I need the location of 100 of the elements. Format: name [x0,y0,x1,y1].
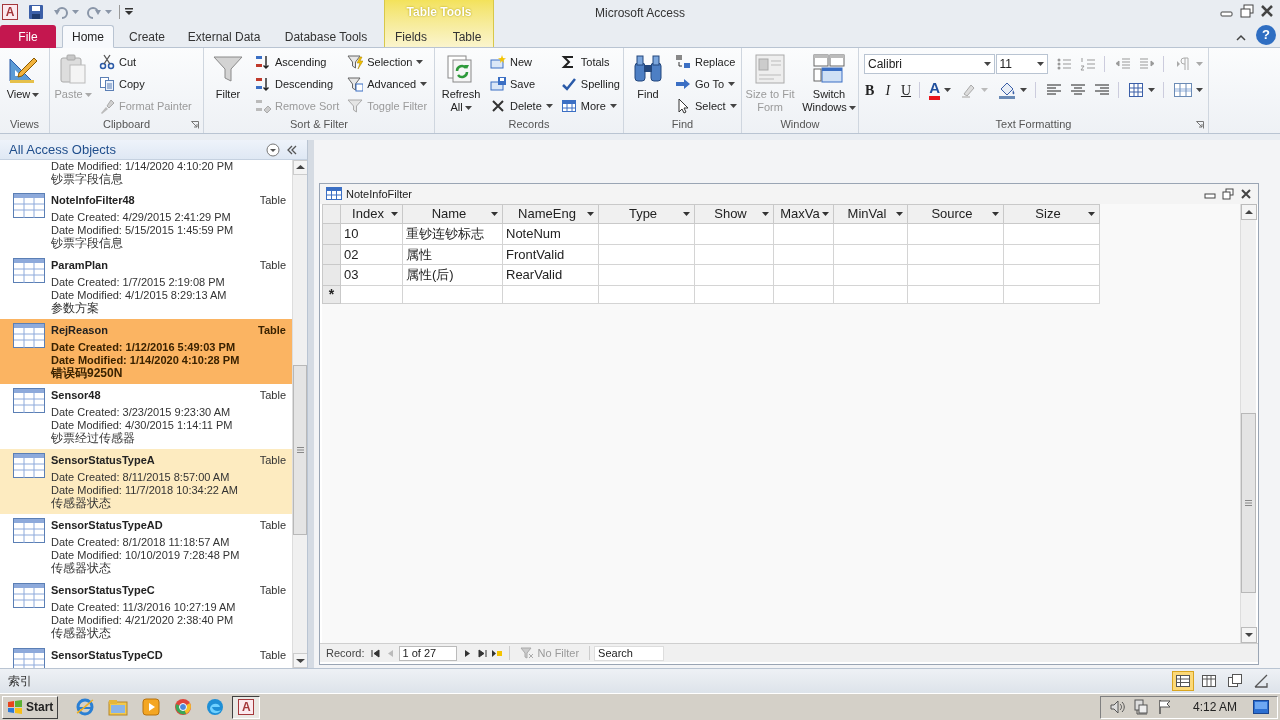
underline-button[interactable]: U [900,80,912,100]
align-center-icon[interactable] [1069,82,1086,98]
ribbon-button[interactable]: New [488,51,555,73]
font-size-dropdown[interactable]: 11 [995,54,1049,74]
ribbon-tab[interactable]: File [0,25,56,48]
table-cell: 属性 [402,244,503,265]
restore-icon[interactable] [1240,4,1254,18]
media-player-icon[interactable] [142,698,161,716]
scroll-up-icon[interactable] [1241,204,1257,220]
close-icon[interactable] [1240,188,1252,200]
ribbon-button[interactable]: Save [488,73,555,95]
browser-icon[interactable] [76,698,95,716]
column-header[interactable]: Index [341,205,402,223]
last-record-icon[interactable] [477,648,487,658]
column-header[interactable]: Size [1004,205,1099,223]
scrollbar-thumb[interactable] [1241,413,1256,593]
ribbon-button[interactable]: Select [673,95,739,117]
item-description: 钞票字段信息 [51,237,124,250]
italic-button[interactable]: I [882,80,894,100]
ribbon-button[interactable]: Descending [253,73,342,95]
ribbon-button[interactable]: Ascending [253,51,342,73]
search-field[interactable]: Search [594,645,665,661]
column-header[interactable]: Show [695,205,773,223]
ribbon-button[interactable]: More [558,95,622,117]
ribbon-button[interactable]: Copy [97,73,194,95]
scroll-down-icon[interactable] [1241,627,1257,643]
scroll-up-icon[interactable] [293,160,307,175]
speaker-icon[interactable] [1108,699,1125,715]
ribbon-tab[interactable]: External Data [178,25,270,48]
column-header[interactable]: Name [403,205,502,223]
redo-icon[interactable] [86,4,102,20]
gridlines-icon[interactable] [1128,82,1145,98]
table-icon [13,388,45,414]
decrease-indent-icon[interactable] [1115,56,1132,72]
align-left-icon[interactable] [1045,82,1062,98]
first-record-icon[interactable] [370,648,380,658]
ribbon-button[interactable]: Spelling [558,73,622,95]
customize-icon[interactable] [125,8,133,16]
fill-color-icon[interactable] [998,81,1017,99]
ribbon-button[interactable]: Go To [673,73,739,95]
new-record-icon[interactable] [490,648,503,658]
item-description: 传感器状态 [51,497,112,510]
ribbon-button[interactable]: View [3,51,43,103]
column-header[interactable]: Source [908,205,1003,223]
help-button[interactable]: ? [1256,25,1276,45]
view-button[interactable] [1172,671,1194,691]
restore-icon[interactable] [1222,188,1234,200]
dialog-launcher-icon[interactable] [1196,121,1204,129]
show-desktop-icon[interactable] [1253,700,1269,714]
close-icon[interactable] [1260,4,1274,18]
record-number-field[interactable]: 1 of 27 [398,645,457,661]
ribbon-tab[interactable]: Table [440,25,494,48]
ribbon-button[interactable]: Delete [488,95,555,117]
nav-item[interactable]: SensorStatusTypeA Table Date Created: 8/11/2015 8:57:00 AM Date Modified: 11/7/2018 10:34:22 AM 传感器状态 [0,449,292,514]
vertical-scrollbar[interactable] [1240,204,1256,643]
next-record-icon[interactable] [462,648,472,658]
ribbon-tab[interactable]: Create [120,25,174,48]
column-header[interactable]: NameEng [503,205,598,223]
font-color-button[interactable]: A [929,80,941,100]
undo-icon[interactable] [53,4,69,20]
collapse-ribbon-icon[interactable] [1236,34,1246,41]
dialog-launcher-icon[interactable] [191,121,199,129]
flag-icon[interactable] [1156,699,1173,715]
dropdown-icon[interactable] [266,142,280,157]
ribbon-button[interactable]: Filter [207,51,249,103]
taskbar-button[interactable]: A [232,695,261,719]
increase-indent-icon[interactable] [1139,56,1156,72]
windows-flag-icon [7,700,23,714]
save-icon[interactable] [28,4,44,20]
nav-item[interactable]: RejReason Table Date Created: 1/12/2016 5:49:03 PM Date Modified: 1/14/2020 4:10:28 PM 错误码9250N [0,319,292,384]
caret-icon [32,93,40,98]
alternate-row-color-icon[interactable] [1174,83,1192,97]
ribbon-button[interactable]: Selection [345,51,430,73]
app-icon[interactable]: A [2,4,18,20]
column-header[interactable]: Type [599,205,694,223]
ribbon-button[interactable]: Totals [558,51,622,73]
bold-button[interactable]: B [864,80,876,100]
browser-icon[interactable] [174,698,193,716]
ribbon-button[interactable]: Find [627,51,669,103]
bullet-list-icon[interactable] [1056,56,1073,72]
browser-icon[interactable] [206,698,225,716]
ribbon-tab[interactable]: Home [62,25,114,48]
ribbon-button[interactable]: Refresh All [438,51,484,116]
ribbon-tab[interactable]: Database Tools [273,25,379,48]
ribbon-tab[interactable]: Fields [384,25,438,48]
collapse-pane-icon[interactable] [286,144,298,155]
align-right-icon[interactable] [1093,82,1110,98]
column-header[interactable]: MinVal [834,205,907,223]
scrollbar-thumb[interactable] [293,365,307,535]
ribbon-button[interactable]: Advanced [345,73,430,95]
font-name-dropdown[interactable]: Calibri [864,54,995,74]
ribbon-button[interactable]: Cut [97,51,194,73]
ribbon-button[interactable]: Switch Windows [799,51,859,116]
text-direction-icon[interactable] [1176,56,1192,72]
scroll-down-icon[interactable] [293,653,307,668]
ribbon-button[interactable]: Replace [673,51,739,73]
column-header[interactable]: MaxVa [774,205,833,223]
vertical-scrollbar[interactable] [292,160,307,668]
start-button[interactable]: Start [2,695,59,719]
network-icon[interactable] [1132,699,1149,715]
